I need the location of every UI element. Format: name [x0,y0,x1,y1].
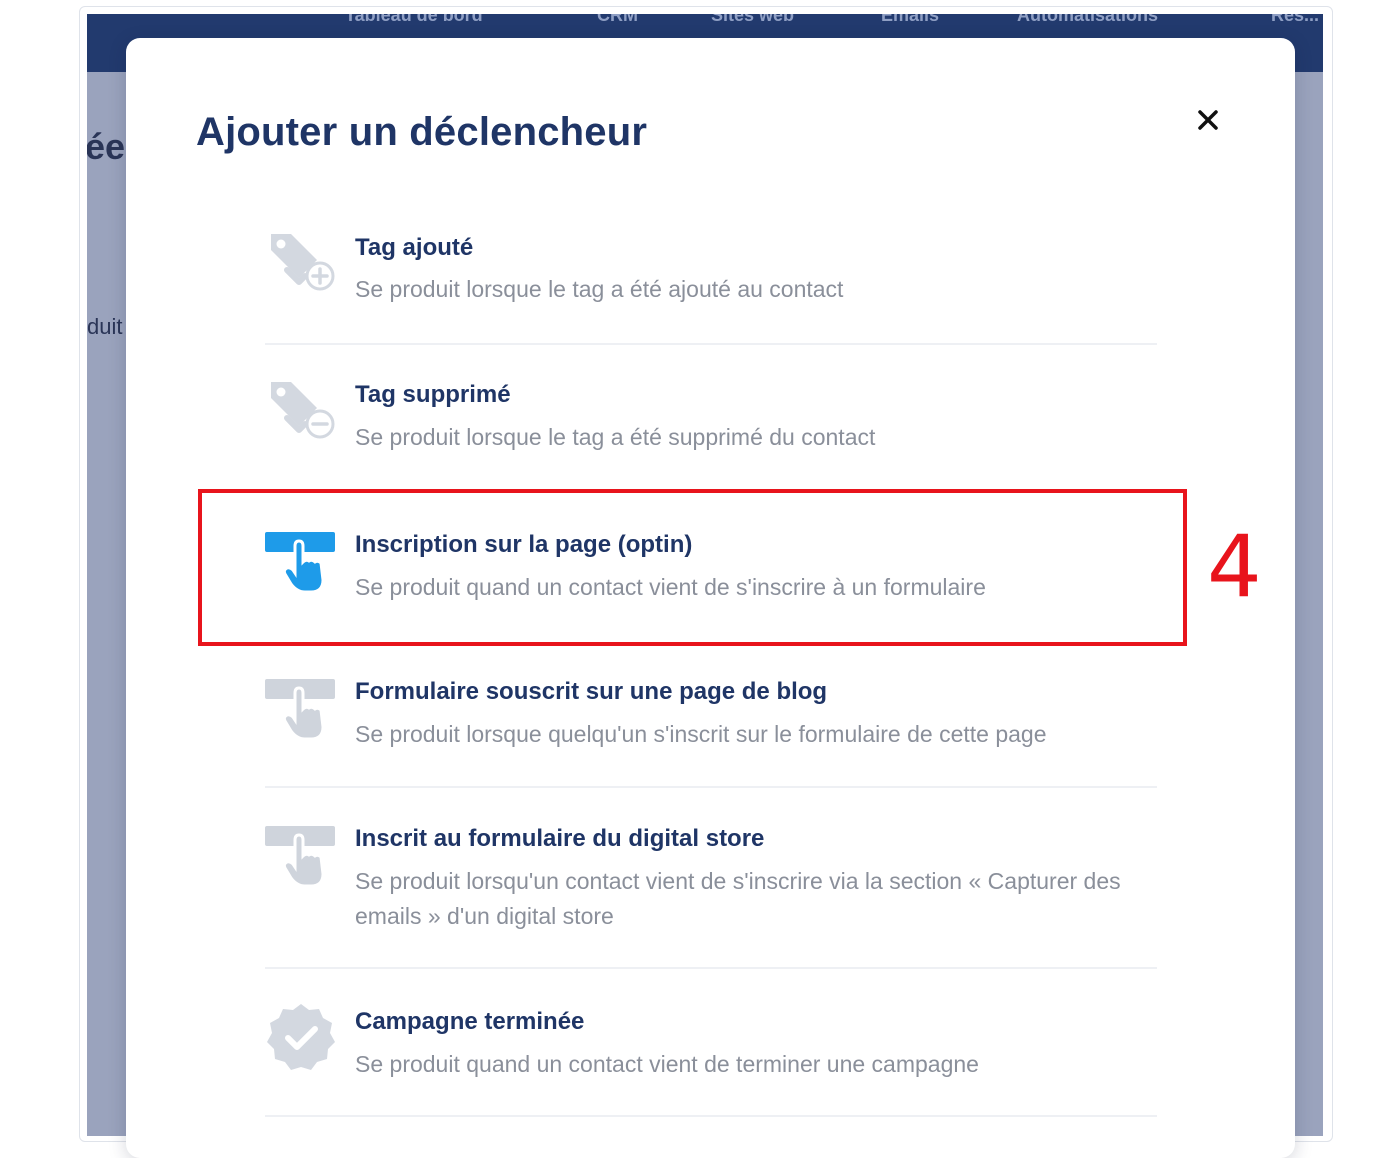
trigger-tag-removed[interactable]: Tag supprimé Se produit lorsque le tag a… [265,368,1157,478]
trigger-description: Se produit lorsque quelqu'un s'inscrit s… [355,721,1047,747]
nav-item-dashboard[interactable]: Tableau de bord [345,14,483,24]
trigger-title: Tag supprimé [355,381,511,408]
divider [265,343,1157,345]
trigger-blog-form[interactable]: Formulaire souscrit sur une page de blog… [265,665,1157,785]
divider [265,967,1157,969]
nav-item-websites[interactable]: Sites web [711,14,794,24]
background-heading: ée [87,126,126,167]
divider [265,786,1157,788]
form-click-icon [265,679,335,741]
check-badge-icon [267,1004,335,1070]
close-icon[interactable] [1197,109,1219,131]
trigger-title: Tag ajouté [355,234,474,261]
tag-add-icon [271,234,335,291]
trigger-description: Se produit lorsqu'un contact vient de s'… [355,868,1121,929]
trigger-title: Campagne terminée [355,1008,585,1035]
divider [265,1115,1157,1117]
trigger-description: Se produit lorsque le tag a été ajouté a… [355,276,844,302]
trigger-digital-store-form[interactable]: Inscrit au formulaire du digital store S… [265,812,1157,972]
trigger-tag-added[interactable]: Tag ajouté Se produit lorsque le tag a é… [265,222,1157,332]
nav-item-emails[interactable]: Emails [881,14,939,24]
trigger-description: Se produit lorsque le tag a été supprimé… [355,424,876,450]
nav-item-crm[interactable]: CRM [597,14,638,24]
step-highlight-box [198,489,1187,646]
trigger-campaign-finished[interactable]: Campagne terminée Se produit quand un co… [265,994,1157,1104]
trigger-title: Inscrit au formulaire du digital store [355,825,765,852]
close-button[interactable] [1192,104,1224,136]
trigger-title: Formulaire souscrit sur une page de blog [355,678,828,705]
step-number: 4 [1207,517,1262,617]
background-text: duit [87,314,123,339]
nav-item-automations[interactable]: Automatisations [1017,14,1158,24]
form-click-icon [265,826,335,888]
trigger-description: Se produit quand un contact vient de ter… [355,1051,979,1077]
tag-remove-icon [271,382,335,439]
nav-item-more[interactable]: Res... [1271,14,1319,24]
modal-title: Ajouter un déclencheur [196,110,648,154]
